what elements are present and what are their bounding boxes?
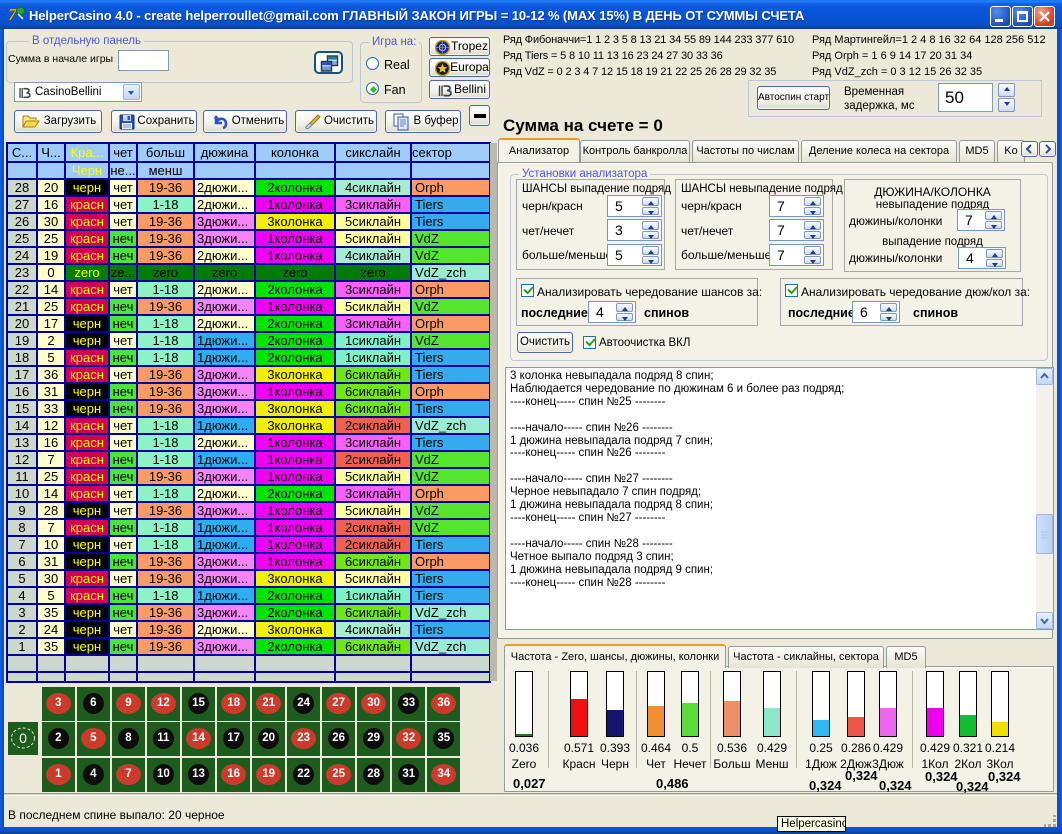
svg-text:0: 0 bbox=[19, 730, 27, 746]
svg-text:7: 7 bbox=[8, 5, 18, 24]
